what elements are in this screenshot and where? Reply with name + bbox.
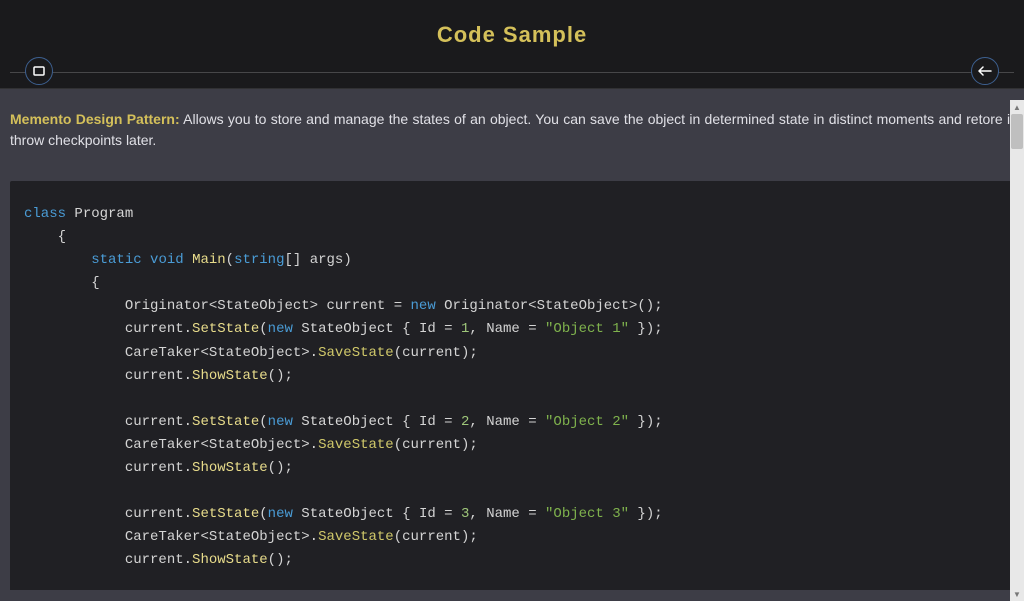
back-button[interactable] <box>971 57 999 85</box>
header-bar: Code Sample <box>0 0 1024 89</box>
header-divider <box>10 72 1014 73</box>
scroll-up-arrow[interactable]: ▲ <box>1010 100 1024 114</box>
scrollbar-thumb[interactable] <box>1011 114 1023 149</box>
window-icon <box>33 66 45 76</box>
scrollbar-vertical[interactable]: ▲ ▼ <box>1010 100 1024 601</box>
maximize-button[interactable] <box>25 57 53 85</box>
pattern-description: Memento Design Pattern: Allows you to st… <box>10 109 1014 151</box>
pattern-label: Memento Design Pattern: <box>10 111 180 127</box>
code-sample: class Program { static void Main(string[… <box>10 181 1014 590</box>
content-area: Memento Design Pattern: Allows you to st… <box>0 89 1024 590</box>
scroll-down-arrow[interactable]: ▼ <box>1010 587 1024 601</box>
page-title: Code Sample <box>0 22 1024 48</box>
arrow-left-icon <box>978 66 992 76</box>
